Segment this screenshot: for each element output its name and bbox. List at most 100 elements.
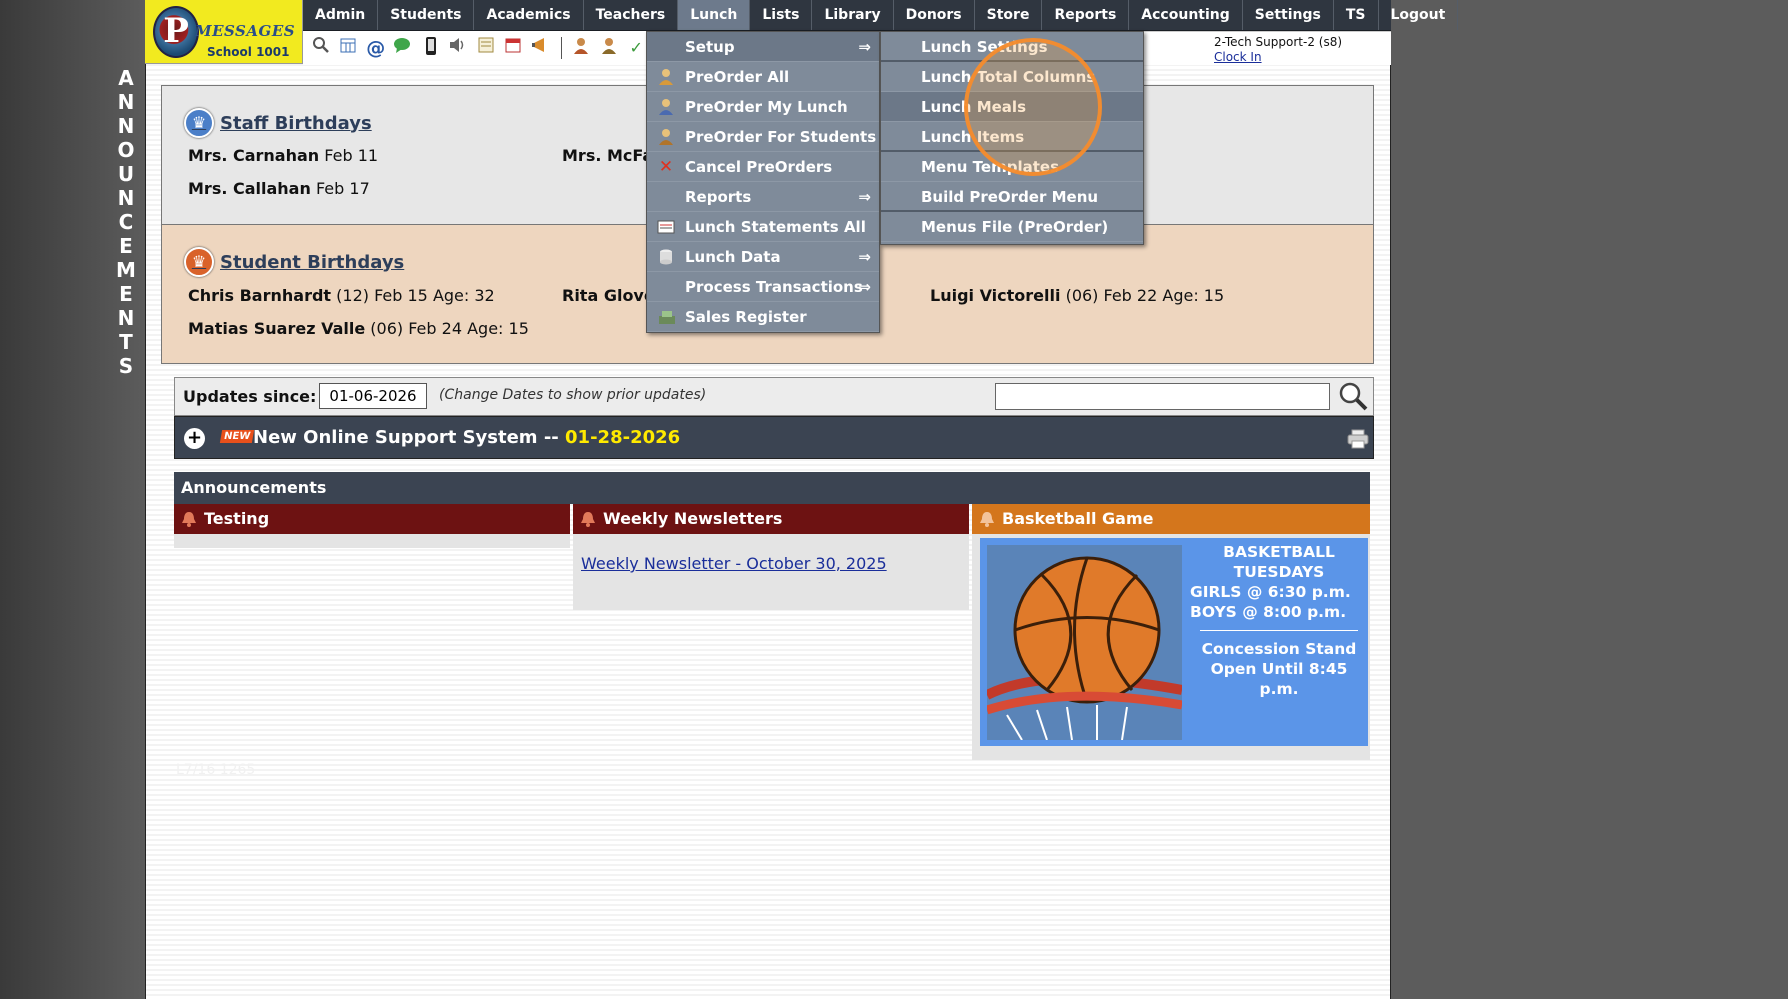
menu-item-setup[interactable]: Setup ⇒: [647, 32, 879, 62]
staff-birthdays-label: Staff Birthdays: [220, 112, 372, 134]
person-icon: [657, 98, 675, 116]
staff-birthday-entry: Mrs. Callahan Feb 17: [188, 179, 370, 198]
check-icon[interactable]: ✓: [624, 36, 648, 60]
app-logo[interactable]: P MESSAGES School 1001: [145, 0, 303, 64]
nav-academics[interactable]: Academics: [474, 0, 584, 30]
register-icon: [657, 308, 675, 326]
bell-icon: [581, 512, 595, 527]
menu-item-lunch-statements-all[interactable]: Lunch Statements All: [647, 212, 879, 242]
news-title[interactable]: New Online Support System -- 01-28-2026: [253, 427, 680, 448]
phone-icon[interactable]: [419, 36, 443, 60]
student-birthday-entry: Matias Suarez Valle (06) Feb 24 Age: 15: [188, 319, 529, 338]
nav-accounting[interactable]: Accounting: [1129, 0, 1243, 30]
staff-birthdays-title[interactable]: ♛ Staff Birthdays: [184, 108, 372, 138]
staff-birthday-entry: Mrs. Carnahan Feb 11: [188, 146, 379, 165]
database-icon: [657, 248, 675, 266]
menu-item-cancel-preorders[interactable]: ✕ Cancel PreOrders: [647, 152, 879, 182]
person-icon[interactable]: [597, 36, 621, 60]
announcement-title[interactable]: Weekly Newsletters: [573, 504, 969, 534]
at-sign-icon[interactable]: @: [364, 36, 388, 60]
cake-icon: ♛: [184, 247, 214, 277]
nav-library[interactable]: Library: [812, 0, 894, 30]
menu-item-preorder-all[interactable]: PreOrder All: [647, 62, 879, 92]
new-badge: NEW: [219, 430, 255, 443]
expand-icon[interactable]: +: [184, 428, 205, 449]
menu-item-reports[interactable]: Reports ⇒: [647, 182, 879, 212]
nav-reports[interactable]: Reports: [1042, 0, 1130, 30]
student-birthday-entry: Rita Glove: [562, 286, 655, 305]
person-icon: [657, 68, 675, 86]
nav-logout[interactable]: Logout: [1379, 0, 1459, 30]
bell-icon: [980, 512, 994, 527]
search-icon[interactable]: [309, 36, 333, 60]
updates-hint: (Change Dates to show prior updates): [439, 387, 707, 403]
bell-icon: [182, 512, 196, 527]
nav-students[interactable]: Students: [378, 0, 475, 30]
lunch-dropdown-menu: Setup ⇒ PreOrder All PreOrder My Lunch Pr…: [646, 31, 880, 333]
updates-bar: Updates since: (Change Dates to show pri…: [174, 377, 1374, 416]
news-bar: + NEW New Online Support System -- 01-28…: [174, 416, 1374, 459]
speaker-icon[interactable]: [447, 36, 471, 60]
announcement-testing: Testing: [174, 504, 570, 548]
logo-word: MESSAGES: [195, 22, 296, 40]
announcement-title[interactable]: Basketball Game: [972, 504, 1370, 534]
announcement-body: [174, 534, 570, 548]
announcements-vertical-label: ANN OUN CEM ENT S: [116, 66, 136, 378]
menu-item-preorder-my-lunch[interactable]: PreOrder My Lunch: [647, 92, 879, 122]
menu-item-lunch-data[interactable]: Lunch Data ⇒: [647, 242, 879, 272]
announcement-newsletters: Weekly Newsletters Weekly Newsletter - O…: [573, 504, 969, 610]
logo-emblem: P: [153, 6, 199, 58]
submenu-item-menus-file-preorder[interactable]: Menus File (PreOrder): [881, 212, 1143, 242]
announcement-body: BASKETBALL TUESDAYS GIRLS @ 6:30 p.m. BO…: [972, 534, 1370, 760]
top-navigation: Admin Students Academics Teachers Lunch …: [303, 0, 1459, 31]
student-birthday-entry: Chris Barnhardt (12) Feb 15 Age: 32: [188, 286, 495, 305]
menu-item-sales-register[interactable]: Sales Register: [647, 302, 879, 332]
nav-teachers[interactable]: Teachers: [584, 0, 679, 30]
user-panel: 2-Tech Support-2 (s8) Clock In: [1142, 31, 1391, 65]
form-icon[interactable]: [474, 36, 498, 60]
menu-item-preorder-for-students[interactable]: PreOrder For Students: [647, 122, 879, 152]
basketball-image: [987, 545, 1182, 740]
megaphone-icon[interactable]: [529, 36, 553, 60]
student-birthday-entry: Luigi Victorelli (06) Feb 22 Age: 15: [930, 286, 1225, 305]
submenu-item-build-preorder-menu[interactable]: Build PreOrder Menu: [881, 182, 1143, 212]
nav-donors[interactable]: Donors: [894, 0, 975, 30]
updates-date-input[interactable]: [319, 383, 427, 409]
x-icon: ✕: [658, 157, 674, 177]
chat-icon[interactable]: [392, 36, 416, 60]
search-icon[interactable]: [1337, 380, 1369, 412]
student-birthdays-label: Student Birthdays: [220, 251, 405, 273]
statement-icon: [657, 218, 675, 236]
school-name: School 1001: [207, 45, 290, 59]
printer-icon[interactable]: [1347, 429, 1369, 449]
user-name: 2-Tech Support-2 (s8): [1214, 35, 1343, 49]
announcement-basketball: Basketball Game BASKETBALL TUESDAYS GIRL…: [972, 504, 1370, 760]
clock-in-link[interactable]: Clock In: [1214, 50, 1262, 64]
nav-settings[interactable]: Settings: [1243, 0, 1334, 30]
footer-faint-text: L7/16 1265: [176, 762, 256, 778]
person-icon: [657, 128, 675, 146]
updates-since-label: Updates since:: [183, 387, 317, 406]
newsletter-link[interactable]: Weekly Newsletter - October 30, 2025: [581, 554, 887, 573]
person-add-icon[interactable]: [569, 36, 593, 60]
calendar-icon[interactable]: [502, 36, 526, 60]
announcements-header: Announcements: [174, 472, 1370, 504]
nav-lunch[interactable]: Lunch: [678, 0, 751, 30]
basketball-flyer: BASKETBALL TUESDAYS GIRLS @ 6:30 p.m. BO…: [980, 538, 1368, 746]
announcement-title[interactable]: Testing: [174, 504, 570, 534]
search-input[interactable]: [995, 383, 1330, 410]
click-indicator: [964, 38, 1102, 176]
nav-ts[interactable]: TS: [1334, 0, 1379, 30]
toolbar-divider: [560, 37, 562, 59]
calendar-grid-icon[interactable]: [337, 36, 361, 60]
staff-birthday-entry: Mrs. McFa: [562, 146, 654, 165]
cake-icon: ♛: [184, 108, 214, 138]
student-birthdays-title[interactable]: ♛ Student Birthdays: [184, 247, 404, 277]
nav-store[interactable]: Store: [975, 0, 1043, 30]
menu-item-process-transactions[interactable]: Process Transactions ⇒: [647, 272, 879, 302]
news-date: 01-28-2026: [565, 427, 681, 448]
icon-toolbar: @ ✓: [303, 31, 648, 65]
nav-lists[interactable]: Lists: [750, 0, 813, 30]
basketball-details: BASKETBALL TUESDAYS GIRLS @ 6:30 p.m. BO…: [1190, 543, 1358, 698]
nav-admin[interactable]: Admin: [303, 0, 379, 30]
